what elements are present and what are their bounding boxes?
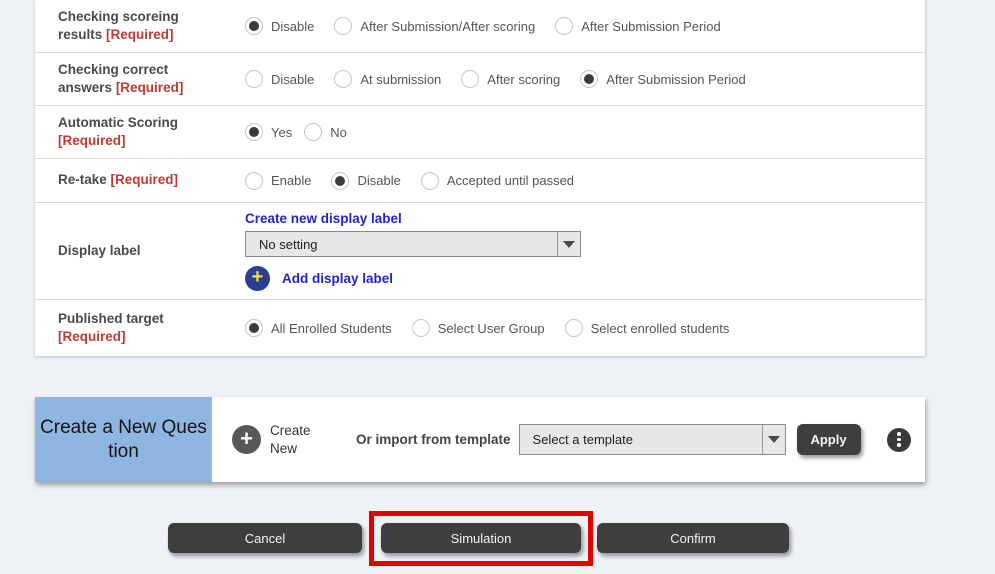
radio-label: Select enrolled students	[591, 321, 730, 336]
radio-button[interactable]	[245, 70, 263, 88]
radio-label: At submission	[360, 72, 441, 87]
radio-option-enable[interactable]: Enable	[245, 172, 311, 190]
radio-button[interactable]	[245, 123, 263, 141]
radio-button[interactable]	[331, 172, 349, 190]
radio-option-after-submission-period[interactable]: After Submission Period	[555, 17, 720, 35]
radio-label: Disable	[271, 72, 314, 87]
settings-panel: Checking scoreing results [Required] Dis…	[35, 0, 925, 356]
radio-button[interactable]	[580, 70, 598, 88]
row-options: Disable After Submission/After scoring A…	[245, 0, 925, 52]
radio-label: No	[330, 125, 347, 140]
row-options: All Enrolled Students Select User Group …	[245, 300, 925, 356]
plus-icon: +	[232, 425, 261, 454]
row-checking-scoring-results: Checking scoreing results [Required] Dis…	[35, 0, 925, 53]
radio-option-disable[interactable]: Disable	[245, 17, 314, 35]
row-options: Yes No	[245, 106, 925, 158]
cancel-button[interactable]: Cancel	[168, 523, 362, 553]
row-label: Checking scoreing results [Required]	[35, 0, 245, 52]
chevron-down-icon	[768, 436, 780, 443]
row-label: Re-take [Required]	[35, 159, 245, 202]
required-badge: [Required]	[111, 172, 179, 187]
section-content: + Create New Or import from template Sel…	[212, 397, 925, 482]
radio-option-at-submission[interactable]: At submission	[334, 70, 441, 88]
display-label-select[interactable]: No setting	[245, 231, 581, 257]
kebab-menu-icon[interactable]	[887, 428, 911, 452]
required-badge: [Required]	[106, 27, 174, 42]
required-badge: [Required]	[58, 133, 126, 148]
required-badge: [Required]	[116, 80, 184, 95]
radio-label: All Enrolled Students	[271, 321, 392, 336]
radio-option-after-submission-period[interactable]: After Submission Period	[580, 70, 745, 88]
create-new-label: Create New	[270, 422, 320, 457]
apply-button[interactable]: Apply	[797, 424, 861, 455]
radio-button[interactable]	[245, 17, 263, 35]
row-label: Display label	[35, 203, 245, 299]
display-label-content: Create new display label No setting + Ad…	[245, 203, 925, 299]
select-arrow-button[interactable]	[557, 232, 580, 256]
radio-button[interactable]	[461, 70, 479, 88]
row-options: Disable At submission After scoring Afte…	[245, 53, 925, 105]
row-automatic-scoring: Automatic Scoring [Required] Yes No	[35, 106, 925, 159]
radio-button[interactable]	[245, 172, 263, 190]
field-label: Re-take	[58, 172, 107, 187]
radio-option-select-user-group[interactable]: Select User Group	[412, 319, 545, 337]
radio-label: After Submission Period	[606, 72, 745, 87]
add-display-label-button[interactable]: + Add display label	[245, 266, 925, 291]
radio-button[interactable]	[421, 172, 439, 190]
radio-option-no[interactable]: No	[304, 123, 347, 141]
select-arrow-button[interactable]	[762, 425, 785, 454]
radio-option-disable[interactable]: Disable	[245, 70, 314, 88]
radio-label: After Submission/After scoring	[360, 19, 535, 34]
radio-option-all-enrolled-students[interactable]: All Enrolled Students	[245, 319, 392, 337]
radio-button[interactable]	[245, 319, 263, 337]
radio-button[interactable]	[565, 319, 583, 337]
field-label: Automatic Scoring	[58, 115, 178, 130]
create-new-button[interactable]: + Create New	[232, 422, 320, 457]
radio-option-after-scoring[interactable]: After scoring	[461, 70, 560, 88]
select-value: No setting	[246, 237, 557, 252]
create-question-section: Create a New Question + Create New Or im…	[35, 397, 925, 482]
required-badge: [Required]	[58, 329, 126, 344]
row-label: Automatic Scoring [Required]	[35, 106, 245, 158]
radio-button[interactable]	[304, 123, 322, 141]
section-title: Create a New Question	[35, 397, 212, 482]
confirm-button[interactable]: Confirm	[597, 523, 789, 553]
radio-option-yes[interactable]: Yes	[245, 123, 292, 141]
radio-label: After Submission Period	[581, 19, 720, 34]
radio-option-after-submission-after-scoring[interactable]: After Submission/After scoring	[334, 17, 535, 35]
radio-option-accepted-until-passed[interactable]: Accepted until passed	[421, 172, 574, 190]
template-select[interactable]: Select a template	[519, 424, 786, 455]
row-retake: Re-take [Required] Enable Disable Accept…	[35, 159, 925, 203]
chevron-down-icon	[563, 241, 575, 248]
simulation-button[interactable]: Simulation	[381, 523, 581, 553]
radio-label: Yes	[271, 125, 292, 140]
row-display-label: Display label Create new display label N…	[35, 203, 925, 300]
radio-label: Disable	[357, 173, 400, 188]
row-label: Published target [Required]	[35, 300, 245, 356]
row-options: Enable Disable Accepted until passed	[245, 159, 925, 202]
radio-label: Accepted until passed	[447, 173, 574, 188]
radio-button[interactable]	[412, 319, 430, 337]
row-published-target: Published target [Required] All Enrolled…	[35, 300, 925, 356]
radio-button[interactable]	[334, 70, 352, 88]
import-from-template-text: Or import from template	[356, 432, 511, 447]
field-label: Display label	[58, 242, 141, 260]
radio-label: Select User Group	[438, 321, 545, 336]
create-new-display-label-link[interactable]: Create new display label	[245, 211, 925, 226]
radio-button[interactable]	[555, 17, 573, 35]
row-checking-correct-answers: Checking correct answers [Required] Disa…	[35, 53, 925, 106]
radio-button[interactable]	[334, 17, 352, 35]
field-label: Published target	[58, 311, 164, 326]
plus-icon: +	[245, 266, 270, 291]
radio-label: Enable	[271, 173, 311, 188]
red-highlight-annotation: Simulation	[369, 511, 593, 566]
add-display-label-text: Add display label	[282, 271, 393, 286]
radio-label: Disable	[271, 19, 314, 34]
select-value: Select a template	[520, 432, 762, 447]
radio-option-select-enrolled-students[interactable]: Select enrolled students	[565, 319, 730, 337]
radio-label: After scoring	[487, 72, 560, 87]
radio-option-disable[interactable]: Disable	[331, 172, 400, 190]
row-label: Checking correct answers [Required]	[35, 53, 245, 105]
